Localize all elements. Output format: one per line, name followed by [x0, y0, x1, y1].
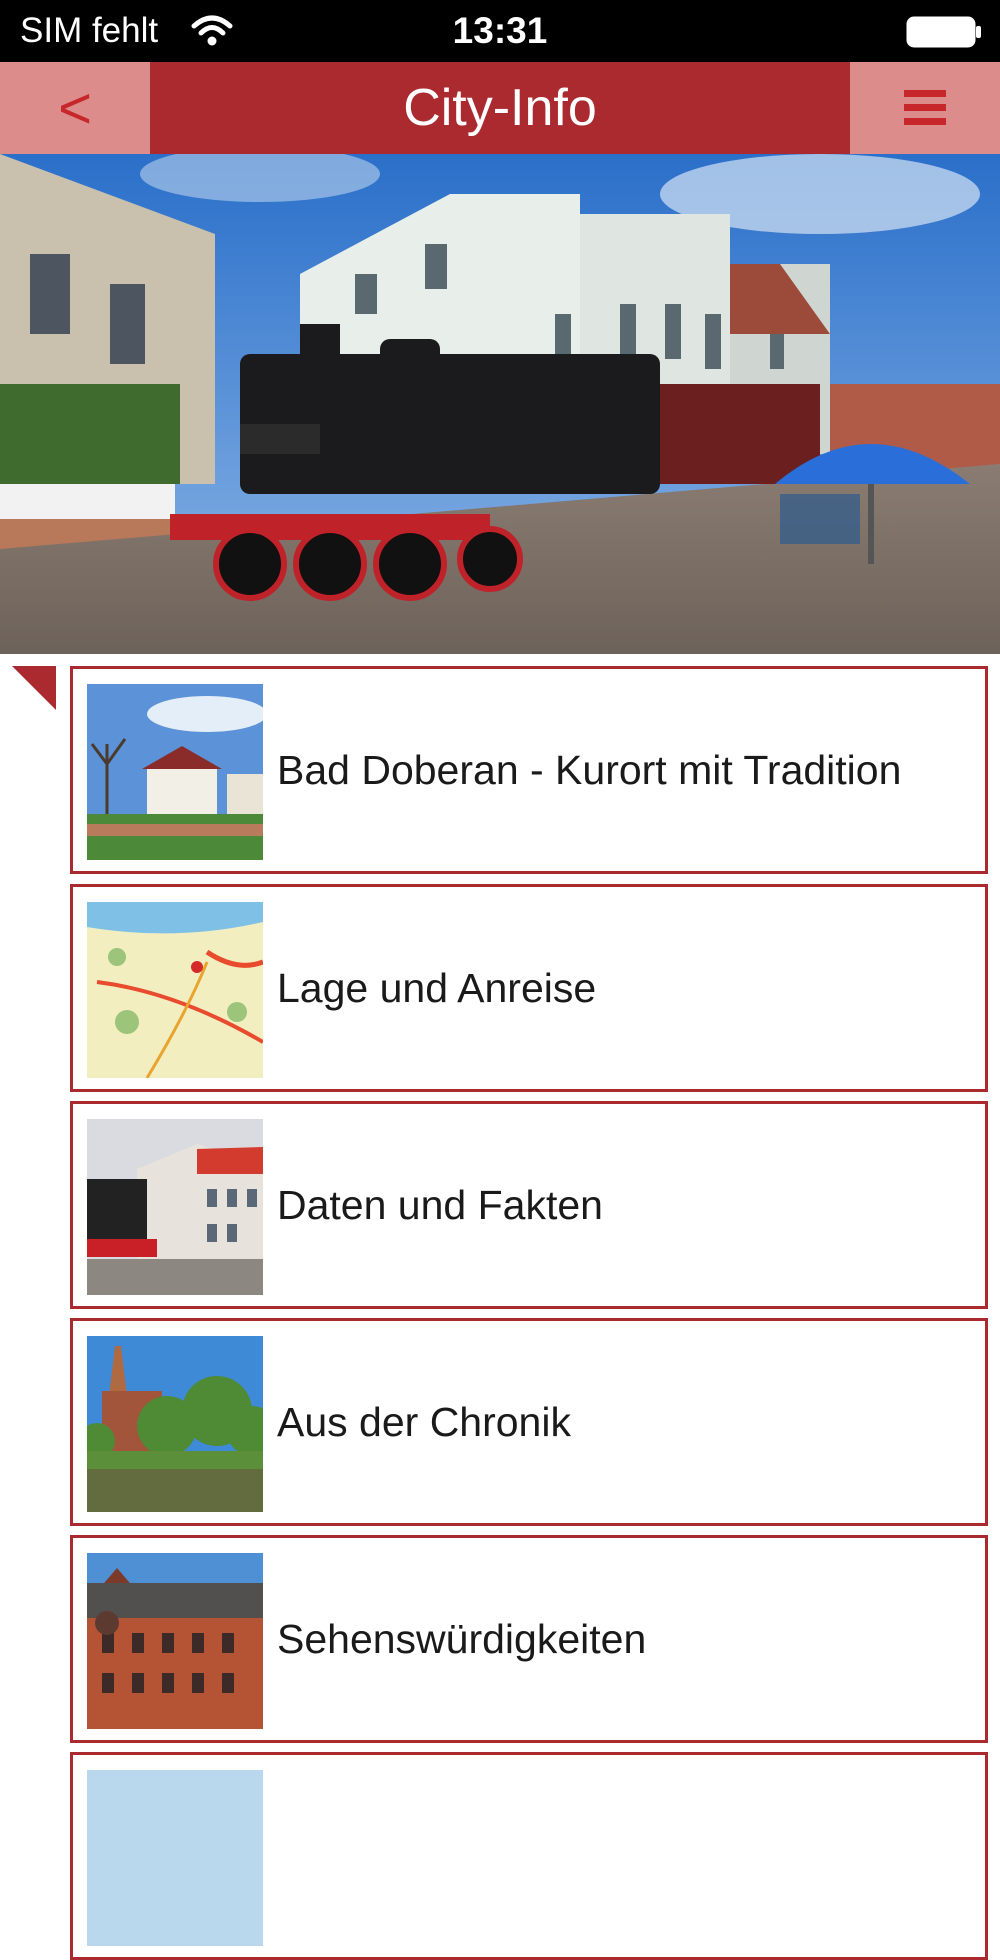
hamburger-icon — [904, 90, 946, 126]
thumbnail-brick-building — [87, 1553, 263, 1729]
nav-title-bar: City-Info — [150, 62, 850, 154]
clock: 13:31 — [452, 10, 548, 51]
list-item-label: Daten und Fakten — [277, 1181, 603, 1228]
steam-train-street-photo — [0, 154, 1000, 654]
thumbnail-map — [87, 902, 263, 1078]
list-corner-marker — [12, 666, 56, 710]
thumbnail-partial — [87, 1770, 263, 1946]
list-item-kurort[interactable]: Bad Doberan - Kurort mit Tradition — [70, 666, 988, 874]
list-item-lage[interactable]: Lage und Anreise — [70, 884, 988, 1092]
page-title: City-Info — [403, 79, 597, 137]
list-item-label: Aus der Chronik — [277, 1398, 571, 1445]
list-item-label: Lage und Anreise — [277, 964, 597, 1011]
nav-bar: < City-Info — [0, 62, 1000, 154]
list-item-daten[interactable]: Daten und Fakten — [70, 1101, 988, 1309]
status-bar: SIM fehlt 13:31 — [0, 0, 1000, 62]
battery-icon — [906, 16, 981, 48]
list-item-label: Sehenswürdigkeiten — [277, 1615, 647, 1662]
list-item-chronik[interactable]: Aus der Chronik — [70, 1318, 988, 1526]
back-button[interactable]: < — [0, 62, 150, 154]
menu-button[interactable] — [850, 62, 1000, 154]
thumbnail-minster — [87, 1336, 263, 1512]
thumbnail-train-building — [87, 1119, 263, 1295]
list-item-sehenswuerdigkeiten[interactable]: Sehenswürdigkeiten — [70, 1535, 988, 1743]
hero-image — [0, 154, 1000, 654]
back-chevron-icon: < — [58, 75, 92, 141]
list-item-label: Bad Doberan - Kurort mit Tradition — [277, 746, 902, 793]
thumbnail-pavilion — [87, 684, 263, 860]
list-item-partial[interactable] — [70, 1752, 988, 1960]
